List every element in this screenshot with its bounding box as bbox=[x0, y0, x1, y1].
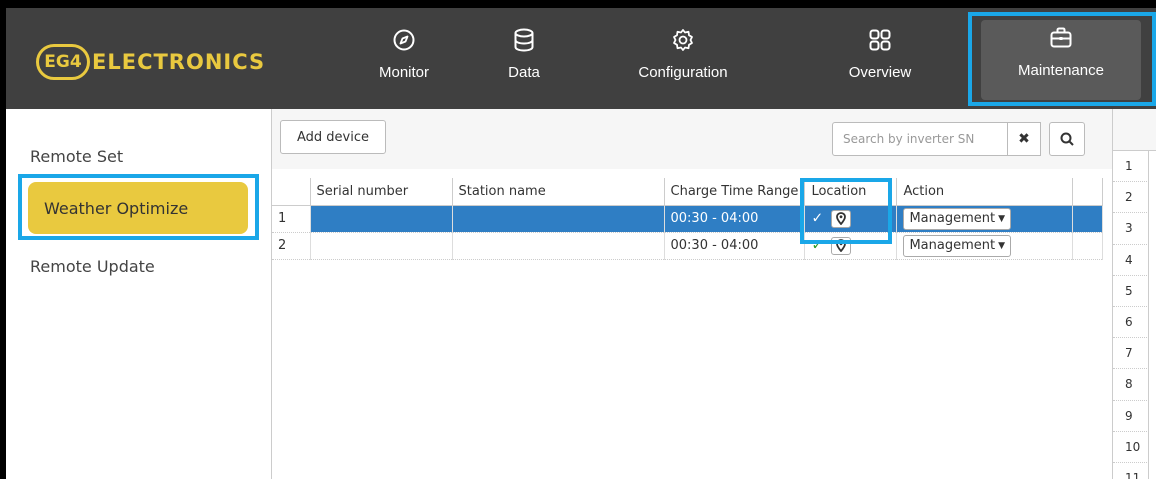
check-icon: ✓ bbox=[811, 210, 824, 226]
row-index: 1 bbox=[272, 205, 311, 233]
brand-badge: EG4 bbox=[36, 44, 90, 80]
management-label: Management bbox=[909, 238, 996, 253]
row-serial bbox=[310, 232, 453, 260]
caret-down-icon: ▼ bbox=[998, 240, 1005, 251]
table-row[interactable]: 2 00:30 - 04:00 ✓ Management ▼ bbox=[272, 232, 1104, 260]
grid-row-number: 1 bbox=[1113, 151, 1149, 183]
device-table: Serial number Station name Charge Time R… bbox=[272, 178, 1104, 260]
row-serial bbox=[310, 205, 453, 233]
row-extra bbox=[1072, 205, 1104, 233]
grid-row-number: 7 bbox=[1113, 338, 1149, 370]
nav-data-label: Data bbox=[508, 64, 540, 81]
column-station-name[interactable]: Station name bbox=[452, 178, 665, 206]
map-pin-icon bbox=[836, 239, 847, 252]
grid-row-number: 6 bbox=[1113, 306, 1149, 339]
sidebar-item-weather-optimize[interactable]: Weather Optimize bbox=[28, 182, 248, 234]
nav-configuration-label: Configuration bbox=[638, 64, 728, 81]
column-location[interactable]: Location bbox=[804, 178, 898, 206]
row-location: ✓ bbox=[804, 232, 898, 260]
nav-data[interactable]: Data bbox=[494, 22, 554, 102]
clear-search-button[interactable]: ✖ bbox=[1007, 122, 1041, 156]
grid-row-number: 2 bbox=[1113, 182, 1149, 214]
briefcase-icon bbox=[1049, 24, 1073, 52]
compass-icon bbox=[392, 26, 416, 54]
row-charge-time: 00:30 - 04:00 bbox=[664, 232, 806, 260]
location-pin-button[interactable] bbox=[831, 236, 852, 255]
close-icon: ✖ bbox=[1018, 131, 1030, 147]
table-row[interactable]: 1 00:30 - 04:00 ✓ Management ▼ bbox=[272, 205, 1104, 233]
row-location: ✓ bbox=[804, 205, 898, 233]
row-action: Management ▼ bbox=[896, 232, 1074, 260]
grid-row-number: 5 bbox=[1113, 275, 1149, 307]
app-frame: EG4 ELECTRONICS Monitor Data Configurati… bbox=[6, 8, 1156, 479]
gear-icon bbox=[671, 26, 695, 54]
grid-row-number: 9 bbox=[1113, 400, 1149, 432]
nav-overview-label: Overview bbox=[848, 64, 912, 81]
grid-icon bbox=[868, 26, 892, 54]
index-header bbox=[272, 178, 311, 206]
add-device-button[interactable]: Add device bbox=[280, 120, 386, 154]
brand-name: ELECTRONICS bbox=[92, 50, 266, 74]
column-action[interactable]: Action bbox=[896, 178, 1074, 206]
search-input[interactable]: Search by inverter SN bbox=[832, 122, 1008, 156]
management-label: Management bbox=[909, 211, 996, 226]
caret-down-icon: ▼ bbox=[998, 213, 1005, 224]
extra-header bbox=[1072, 178, 1104, 206]
sidebar-item-remote-update[interactable]: Remote Update bbox=[30, 257, 155, 276]
sidebar: Remote Set Remote Update bbox=[6, 109, 269, 479]
column-charge-time[interactable]: Charge Time Range bbox=[664, 178, 806, 206]
row-station bbox=[452, 205, 665, 233]
grid-row-number: 3 bbox=[1113, 213, 1149, 245]
grid-row-number: 4 bbox=[1113, 244, 1149, 276]
nav-monitor[interactable]: Monitor bbox=[364, 22, 444, 102]
search-button[interactable] bbox=[1049, 122, 1085, 156]
map-pin-icon bbox=[836, 212, 847, 225]
grid-row-number: 8 bbox=[1113, 369, 1149, 401]
nav-overview[interactable]: Overview bbox=[830, 22, 930, 102]
device-panel: Add device Search by inverter SN ✖ Seria… bbox=[271, 109, 1112, 479]
check-icon: ✓ bbox=[811, 237, 824, 253]
management-dropdown[interactable]: Management ▼ bbox=[903, 234, 1011, 257]
location-pin-button[interactable] bbox=[831, 209, 852, 228]
right-grid-header bbox=[1113, 109, 1156, 151]
brand-logo[interactable]: EG4 ELECTRONICS bbox=[36, 44, 265, 80]
nav-monitor-label: Monitor bbox=[378, 64, 430, 81]
grid-row-number: 10 bbox=[1113, 431, 1149, 463]
nav-maintenance-label: Maintenance bbox=[1018, 62, 1104, 79]
management-dropdown[interactable]: Management ▼ bbox=[903, 207, 1011, 230]
nav-maintenance[interactable]: Maintenance bbox=[981, 20, 1141, 100]
column-serial-number[interactable]: Serial number bbox=[310, 178, 453, 206]
top-navbar: EG4 ELECTRONICS Monitor Data Configurati… bbox=[6, 8, 1156, 109]
row-index: 2 bbox=[272, 232, 311, 260]
table-header-row: Serial number Station name Charge Time R… bbox=[272, 178, 1104, 206]
nav-configuration[interactable]: Configuration bbox=[618, 22, 748, 102]
sidebar-item-remote-set[interactable]: Remote Set bbox=[30, 147, 123, 166]
grid-row-number: 11 bbox=[1113, 462, 1149, 479]
row-extra bbox=[1072, 232, 1104, 260]
right-grid: 1 2 3 4 5 6 7 8 9 10 11 bbox=[1112, 109, 1156, 479]
row-station bbox=[452, 232, 665, 260]
search-icon bbox=[1060, 132, 1074, 146]
database-icon bbox=[513, 26, 535, 54]
row-charge-time: 00:30 - 04:00 bbox=[664, 205, 806, 233]
row-action: Management ▼ bbox=[896, 205, 1074, 233]
